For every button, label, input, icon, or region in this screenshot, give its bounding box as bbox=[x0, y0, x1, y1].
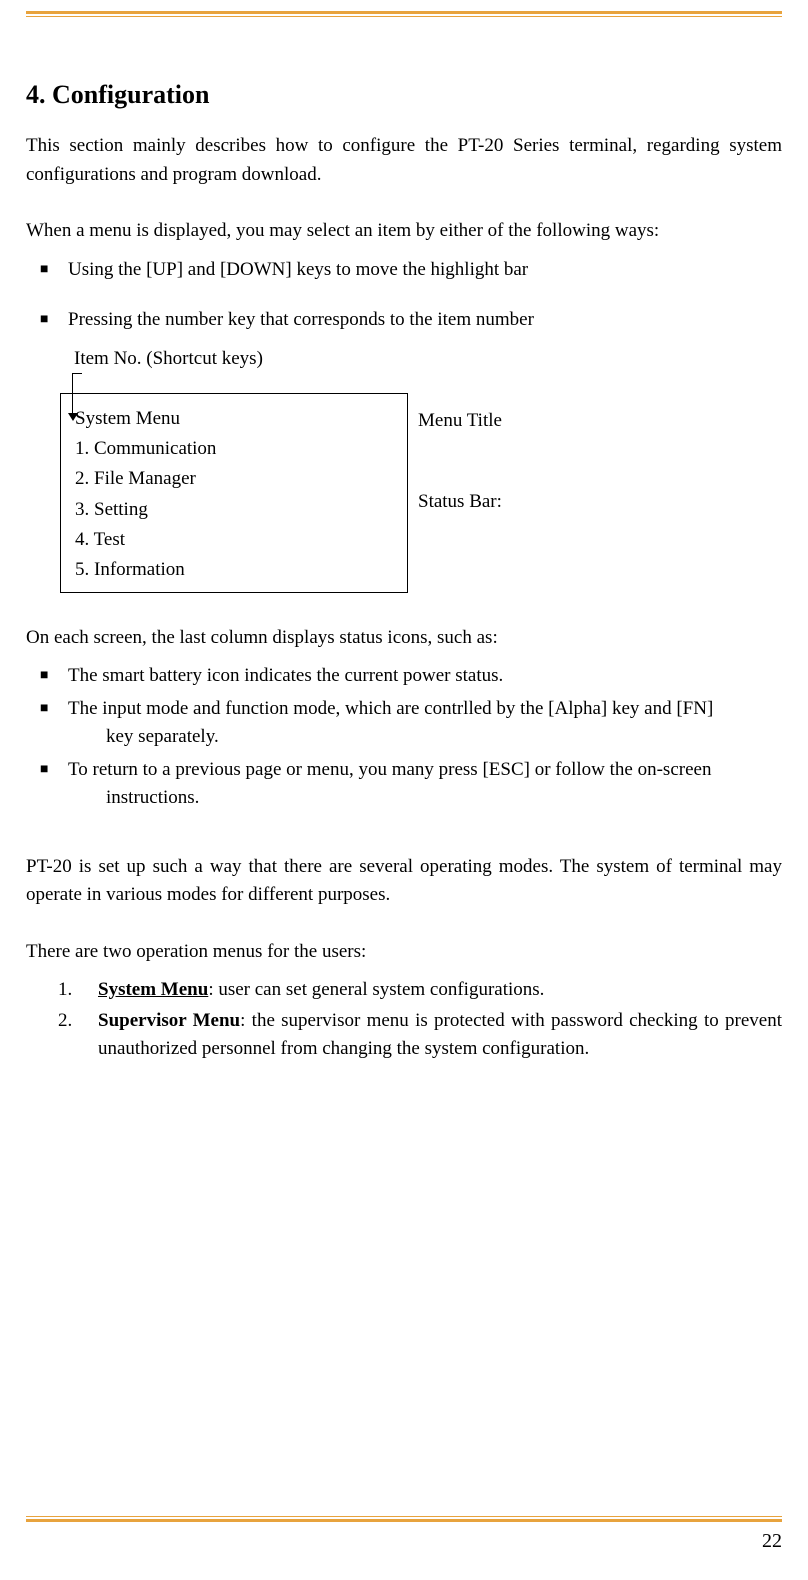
list-item-text: Supervisor Menu: the supervisor menu is … bbox=[98, 1007, 782, 1064]
line: The input mode and function mode, which … bbox=[68, 698, 713, 719]
page-content: 4. Configuration This section mainly des… bbox=[26, 75, 782, 1066]
line: To return to a previous page or menu, yo… bbox=[68, 759, 711, 780]
list-item: 1. System Menu: user can set general sys… bbox=[58, 976, 782, 1005]
operating-modes-paragraph: PT-20 is set up such a way that there ar… bbox=[26, 853, 782, 910]
menu-item-1: 1. Communication bbox=[75, 434, 393, 464]
menu-item-4: 4. Test bbox=[75, 525, 393, 555]
list-item: 2. Supervisor Menu: the supervisor menu … bbox=[58, 1007, 782, 1064]
operation-menus-list: 1. System Menu: user can set general sys… bbox=[26, 976, 782, 1064]
list-number: 2. bbox=[58, 1007, 98, 1064]
list-item-text: The input mode and function mode, which … bbox=[68, 695, 782, 752]
status-bar-callout: Status Bar: bbox=[418, 488, 502, 517]
list-item: ■ The smart battery icon indicates the c… bbox=[26, 662, 782, 691]
list-item-text: To return to a previous page or menu, yo… bbox=[68, 756, 782, 813]
menu-item-5: 5. Information bbox=[75, 555, 393, 585]
navigation-ways-list: ■ Using the [UP] and [DOWN] keys to move… bbox=[26, 256, 782, 285]
square-bullet-icon: ■ bbox=[26, 256, 68, 284]
item-no-label: Item No. (Shortcut keys) bbox=[74, 345, 263, 374]
list-number: 1. bbox=[58, 976, 98, 1005]
menu-diagram: Item No. (Shortcut keys) System Menu 1. … bbox=[60, 345, 782, 600]
bold-term: Supervisor Menu bbox=[98, 1010, 240, 1031]
list-item: ■ Using the [UP] and [DOWN] keys to move… bbox=[26, 256, 782, 285]
line-wrap: key separately. bbox=[68, 723, 782, 752]
menu-select-intro: When a menu is displayed, you may select… bbox=[26, 217, 782, 246]
menu-box: System Menu 1. Communication 2. File Man… bbox=[60, 393, 408, 593]
menu-title: System Menu bbox=[75, 404, 393, 434]
menu-item-2: 2. File Manager bbox=[75, 464, 393, 494]
top-border bbox=[26, 11, 782, 17]
line: The smart battery icon indicates the cur… bbox=[68, 665, 503, 686]
square-bullet-icon: ■ bbox=[26, 756, 68, 784]
list-item-text: Pressing the number key that corresponds… bbox=[68, 306, 782, 335]
menu-title-callout: Menu Title bbox=[418, 407, 502, 436]
square-bullet-icon: ■ bbox=[26, 306, 68, 334]
menu-item-3: 3. Setting bbox=[75, 495, 393, 525]
text-rest: : user can set general system configurat… bbox=[208, 979, 544, 1000]
square-bullet-icon: ■ bbox=[26, 695, 68, 723]
list-item: ■ The input mode and function mode, whic… bbox=[26, 695, 782, 752]
arrow-connector bbox=[72, 373, 82, 374]
operation-menus-intro: There are two operation menus for the us… bbox=[26, 938, 782, 967]
page-number: 22 bbox=[762, 1526, 782, 1556]
status-icons-intro: On each screen, the last column displays… bbox=[26, 624, 782, 653]
navigation-ways-list: ■ Pressing the number key that correspon… bbox=[26, 306, 782, 335]
list-item: ■ Pressing the number key that correspon… bbox=[26, 306, 782, 335]
bold-term: System Menu bbox=[98, 979, 208, 1000]
intro-paragraph: This section mainly describes how to con… bbox=[26, 132, 782, 189]
list-item-text: The smart battery icon indicates the cur… bbox=[68, 662, 782, 691]
list-item-text: Using the [UP] and [DOWN] keys to move t… bbox=[68, 256, 782, 285]
bottom-border bbox=[26, 1516, 782, 1522]
list-item: ■ To return to a previous page or menu, … bbox=[26, 756, 782, 813]
list-item-text: System Menu: user can set general system… bbox=[98, 976, 782, 1005]
line-wrap: instructions. bbox=[68, 784, 782, 813]
square-bullet-icon: ■ bbox=[26, 662, 68, 690]
status-icons-list: ■ The smart battery icon indicates the c… bbox=[26, 662, 782, 813]
section-heading: 4. Configuration bbox=[26, 75, 782, 114]
